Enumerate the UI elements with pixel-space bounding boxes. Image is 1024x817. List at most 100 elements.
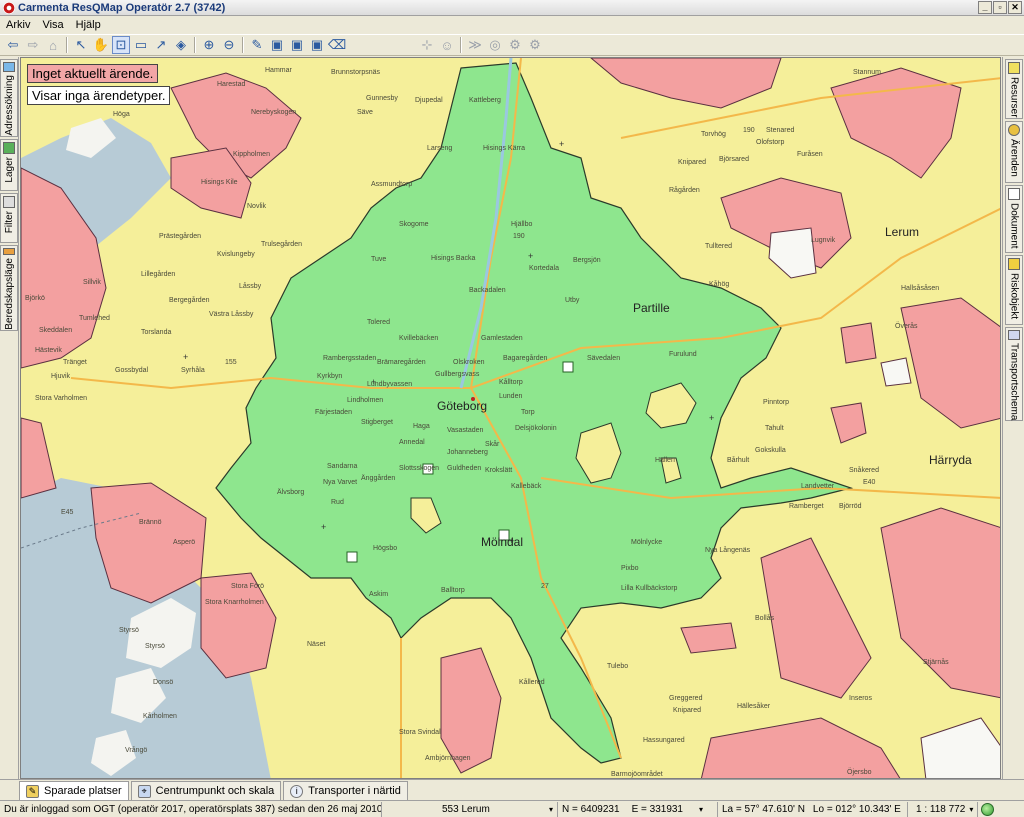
- tab-adressokning[interactable]: Adressökning: [0, 59, 18, 137]
- label-stannum: Stannum: [853, 69, 881, 76]
- label-save: Säve: [357, 109, 373, 116]
- station-marker[interactable]: [562, 361, 574, 373]
- tab-centrumpunkt[interactable]: ⌖ Centrumpunkt och skala: [130, 781, 282, 800]
- label-stenared: Stenared: [766, 127, 795, 134]
- label-bjorko: Björkö: [25, 295, 45, 302]
- label-styrso-2: Styrsö: [145, 643, 165, 650]
- measure-ruler-icon[interactable]: ▭: [132, 36, 150, 54]
- geo-coordinates[interactable]: La = 57° 47.610' N Lo = 012° 10.343' E ▾: [718, 801, 908, 817]
- target-icon[interactable]: ⊹: [418, 36, 436, 54]
- pan-hand-icon[interactable]: ✋: [92, 36, 110, 54]
- goto-icon[interactable]: ◈: [172, 36, 190, 54]
- status-bar: Du är inloggad som OGT (operatör 2017, o…: [0, 800, 1024, 817]
- label-lindholmen: Lindholmen: [347, 397, 383, 404]
- restore-icon[interactable]: ▫: [993, 1, 1007, 14]
- grid-coordinates[interactable]: N = 6409231 E = 331931 ▾: [558, 801, 718, 817]
- east-coordinate: E = 331931: [631, 803, 683, 815]
- road-label-e45: E45: [61, 509, 74, 516]
- map-view-3-icon[interactable]: ▣: [308, 36, 326, 54]
- label-johanneberg: Johanneberg: [447, 449, 488, 456]
- map-view[interactable]: + + + + + + + Höga Harestad Hammar Brunn…: [20, 57, 1001, 779]
- label-novlik: Novlik: [247, 203, 267, 210]
- tab-transporter[interactable]: i Transporter i närtid: [283, 781, 408, 800]
- label-vrango: Vrångö: [125, 746, 147, 754]
- tab-lager[interactable]: Lager: [0, 139, 18, 191]
- label-harestad: Harestad: [217, 81, 246, 88]
- label-balltorp: Balltorp: [441, 587, 465, 594]
- longitude: Lo = 012° 10.343' E: [812, 803, 901, 815]
- label-stora-varholmen: Stora Varholmen: [35, 395, 87, 402]
- tab-resurser[interactable]: Resurser: [1005, 59, 1023, 119]
- station-marker[interactable]: [346, 551, 358, 563]
- measure-point-icon[interactable]: ↗: [152, 36, 170, 54]
- tab-beredskapslage[interactable]: Beredskapsläge: [0, 245, 18, 331]
- label-kalltorp: Kålltorp: [499, 378, 523, 386]
- tab-sparade-platser[interactable]: ✎ Sparade platser: [19, 781, 129, 800]
- label-aspero: Asperö: [173, 539, 195, 546]
- tab-arenden[interactable]: Ärenden: [1005, 121, 1023, 183]
- label-hogsbo: Högsbo: [373, 545, 397, 552]
- close-icon[interactable]: ✕: [1008, 1, 1022, 14]
- map-view-2-icon[interactable]: ▣: [288, 36, 306, 54]
- label-landvetter: Landvetter: [801, 483, 835, 490]
- label-hassungared: Hassungared: [643, 737, 685, 744]
- toolbar-separator: [194, 37, 196, 53]
- resource-icon[interactable]: ⚙: [506, 36, 524, 54]
- label-greggered: Greggered: [669, 695, 703, 702]
- pointer-icon[interactable]: ↖: [72, 36, 90, 54]
- radio-icon[interactable]: ◎: [486, 36, 504, 54]
- road-label-27: 27: [541, 583, 549, 590]
- cases-icon: [1008, 124, 1020, 136]
- eraser-icon[interactable]: ⌫: [328, 36, 346, 54]
- map-canvas[interactable]: + + + + + + + Höga Harestad Hammar Brunn…: [21, 58, 1001, 779]
- person-search-icon[interactable]: ☺: [438, 36, 456, 54]
- label-hisings-kile: Hisings Kile: [201, 179, 238, 186]
- forward-arrow-icon[interactable]: ⇨: [24, 36, 42, 54]
- signal-icon[interactable]: ≫: [466, 36, 484, 54]
- draw-pen-icon[interactable]: ✎: [248, 36, 266, 54]
- label-vastra-lassby: Västra Låssby: [209, 310, 254, 318]
- area-dropdown[interactable]: 553 Lerum ▾: [382, 801, 558, 817]
- settings-icon[interactable]: ⚙: [526, 36, 544, 54]
- zoom-in-icon[interactable]: ⊕: [200, 36, 218, 54]
- road-label-190: 190: [743, 127, 755, 134]
- tab-riskobjekt[interactable]: Riskobjekt: [1005, 255, 1023, 325]
- label-krokslatt: Krokslätt: [485, 467, 512, 474]
- tab-dokument[interactable]: Dokument: [1005, 185, 1023, 253]
- road-label-155: 155: [225, 359, 237, 366]
- label-larseng: Larseng: [427, 145, 452, 152]
- label-gossbydal: Gossbydal: [115, 367, 149, 374]
- menu-hjalp[interactable]: Hjälp: [76, 19, 101, 31]
- label-guldheden: Guldheden: [447, 465, 481, 472]
- minimize-icon[interactable]: _: [978, 1, 992, 14]
- label-bjorsared: Björsared: [719, 156, 749, 163]
- back-arrow-icon[interactable]: ⇦: [4, 36, 22, 54]
- label-skogome: Skogome: [399, 221, 429, 228]
- tab-filter[interactable]: Filter: [0, 193, 18, 243]
- label-snakered: Snåkered: [849, 466, 879, 474]
- scale-dropdown[interactable]: 1 : 118 772 ▾: [908, 801, 978, 817]
- label-trulsegarden: Trulsegården: [261, 240, 302, 248]
- label-gokskulla: Gokskulla: [755, 447, 786, 454]
- label-bramaregarden: Brämaregården: [377, 358, 426, 366]
- label-torslanda: Torslanda: [141, 329, 171, 336]
- menu-visa[interactable]: Visa: [42, 19, 63, 31]
- road-label-190-b: 190: [513, 233, 525, 240]
- label-stora-svindal: Stora Svindal: [399, 729, 441, 736]
- map-view-1-icon[interactable]: ▣: [268, 36, 286, 54]
- label-bollas: Bollås: [755, 614, 775, 622]
- label-karholmen: Kårholmen: [143, 712, 177, 720]
- label-naset: Näset: [307, 641, 325, 648]
- label-goteborg: Göteborg: [437, 399, 487, 413]
- label-branno: Brännö: [139, 519, 162, 526]
- tab-transportschema[interactable]: Transportschema: [1005, 327, 1023, 421]
- zoom-out-icon[interactable]: ⊖: [220, 36, 238, 54]
- zoom-window-icon[interactable]: ⊡: [112, 36, 130, 54]
- menu-arkiv[interactable]: Arkiv: [6, 19, 30, 31]
- label-lugnvik: Lugnvik: [811, 237, 836, 244]
- label-skeddalen: Skeddalen: [39, 327, 72, 334]
- home-icon[interactable]: ⌂: [44, 36, 62, 54]
- label-overas: Överås: [895, 322, 918, 330]
- zone-pink-northeast: [590, 58, 782, 109]
- label-kahog: Kåhög: [709, 280, 729, 288]
